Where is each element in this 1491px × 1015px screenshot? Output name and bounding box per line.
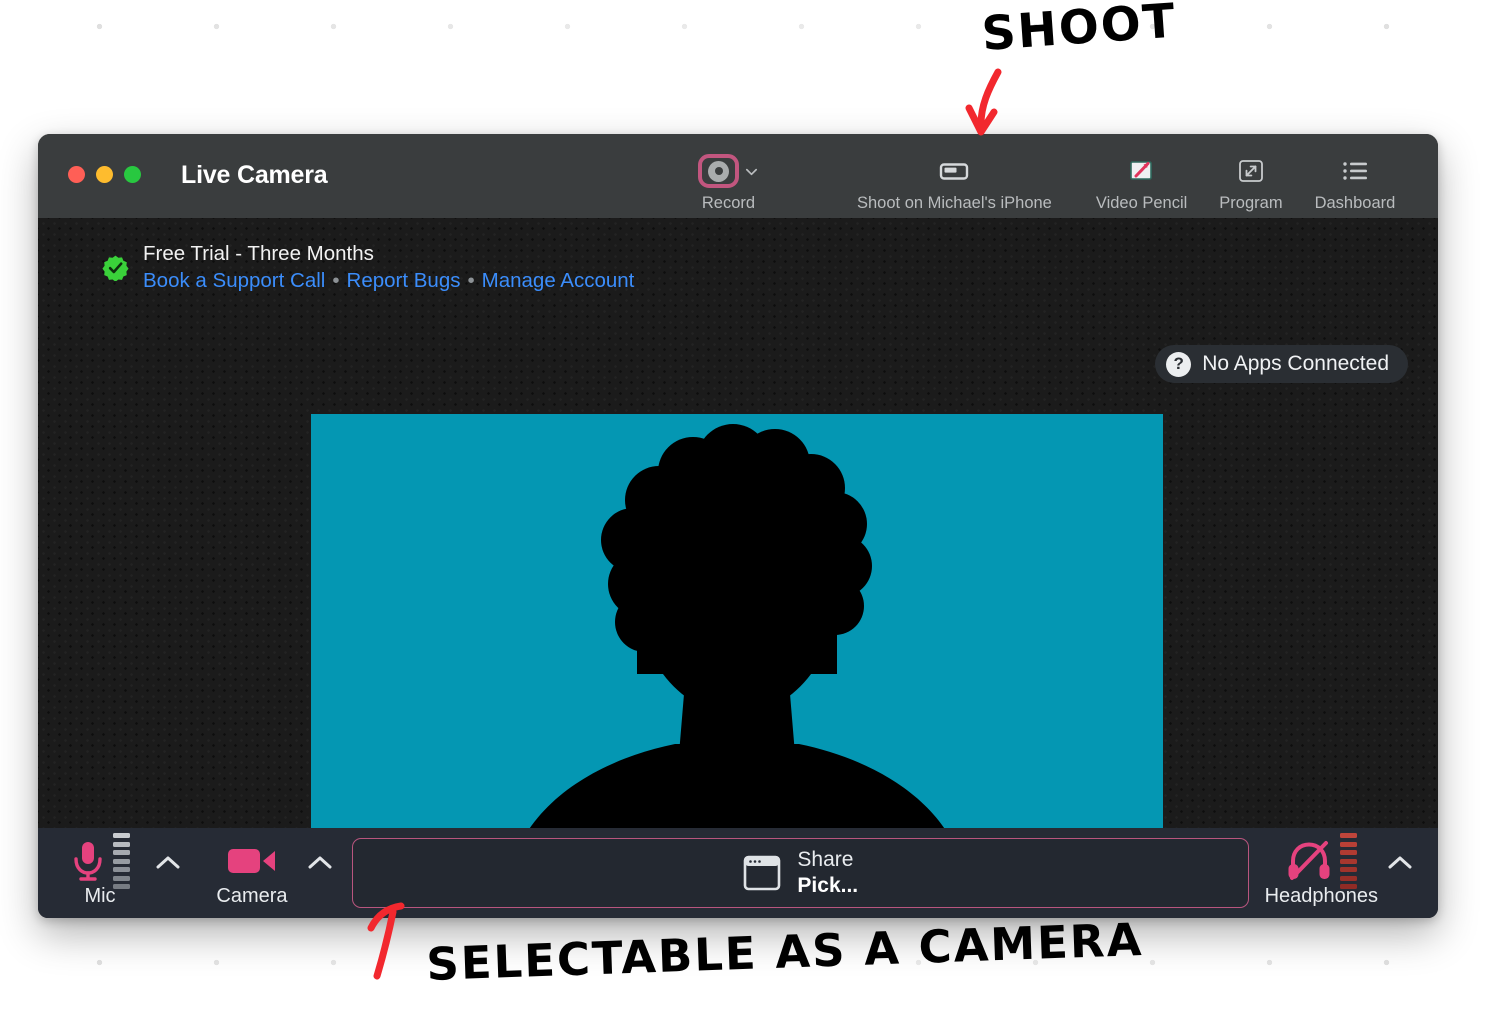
close-window-button[interactable]	[68, 166, 85, 183]
camera-label: Camera	[216, 885, 288, 907]
share-title: Share	[797, 848, 854, 872]
mic-options-chevron-up-icon[interactable]	[146, 840, 190, 886]
trial-title: Free Trial - Three Months	[143, 242, 374, 265]
toolbar-item-video-pencil[interactable]: Video Pencil	[1086, 146, 1197, 213]
toolbar-item-shoot-on-iphone[interactable]: Shoot on Michael's iPhone	[847, 146, 1062, 213]
toolbar-item-label: Program	[1219, 194, 1283, 212]
minimize-window-button[interactable]	[96, 166, 113, 183]
question-mark-icon: ?	[1166, 351, 1192, 377]
headphones-options-chevron-up-icon[interactable]	[1378, 840, 1422, 886]
video-pencil-icon	[1129, 161, 1152, 180]
toolbar-item-program[interactable]: Program	[1209, 146, 1292, 213]
content-area: Free Trial - Three Months Book a Support…	[38, 218, 1438, 894]
toolbar-item-dashboard[interactable]: Dashboard	[1305, 146, 1406, 213]
toolbar-item-label: Video Pencil	[1095, 194, 1188, 212]
window-share-icon	[744, 855, 781, 891]
toolbar-item-label: Dashboard	[1314, 194, 1396, 212]
report-bugs-link[interactable]: Report Bugs	[347, 269, 461, 293]
camera-options-chevron-up-icon[interactable]	[298, 840, 342, 886]
window-titlebar: Live Camera Record Shoot on Michael's iP…	[38, 134, 1438, 218]
toolbar: Record Shoot on Michael's iPhone Video P…	[688, 146, 1405, 213]
mic-level-meter	[112, 833, 130, 889]
share-value: Pick...	[797, 874, 859, 897]
mic-control[interactable]: Mic	[54, 833, 146, 908]
camera-preview-image	[311, 414, 1163, 894]
toolbar-item-label: Record	[701, 194, 756, 212]
manage-account-link[interactable]: Manage Account	[482, 269, 635, 293]
live-camera-window: Live Camera Record Shoot on Michael's iP…	[38, 134, 1438, 918]
list-dashboard-icon	[1343, 162, 1367, 180]
traffic-lights	[68, 166, 141, 183]
camera-control[interactable]: Camera	[206, 838, 298, 908]
bottom-control-bar: Mic Camera Share Pick... Headphones	[38, 828, 1438, 918]
camcorder-icon[interactable]	[226, 844, 278, 878]
microphone-icon[interactable]	[71, 840, 105, 882]
maximize-window-button[interactable]	[124, 166, 141, 183]
window-title: Live Camera	[181, 161, 328, 189]
headphones-muted-icon[interactable]	[1286, 840, 1332, 882]
toolbar-item-label: Shoot on Michael's iPhone	[857, 194, 1052, 212]
chevron-down-icon[interactable]	[744, 164, 759, 179]
share-pick-button[interactable]: Share Pick...	[352, 838, 1249, 908]
headphones-level-meter	[1339, 833, 1357, 889]
mic-label: Mic	[84, 885, 116, 907]
trial-links: Book a Support Call • Report Bugs • Mana…	[143, 269, 634, 293]
apps-connected-status-badge[interactable]: ? No Apps Connected	[1155, 345, 1408, 383]
toolbar-item-record[interactable]: Record	[688, 146, 769, 213]
headphones-label: Headphones	[1264, 885, 1378, 907]
camera-preview[interactable]	[311, 414, 1163, 894]
apps-connected-label: No Apps Connected	[1202, 352, 1389, 375]
expand-arrows-icon	[1239, 160, 1263, 182]
iphone-landscape-icon	[940, 163, 969, 180]
headphones-control[interactable]: Headphones	[1264, 833, 1378, 908]
record-circle-icon[interactable]	[698, 154, 739, 188]
link-separator: •	[332, 269, 340, 292]
free-trial-banner: Free Trial - Three Months Book a Support…	[102, 242, 634, 293]
green-verified-seal-icon	[102, 255, 129, 281]
link-separator: •	[467, 269, 475, 292]
book-support-call-link[interactable]: Book a Support Call	[143, 269, 325, 293]
